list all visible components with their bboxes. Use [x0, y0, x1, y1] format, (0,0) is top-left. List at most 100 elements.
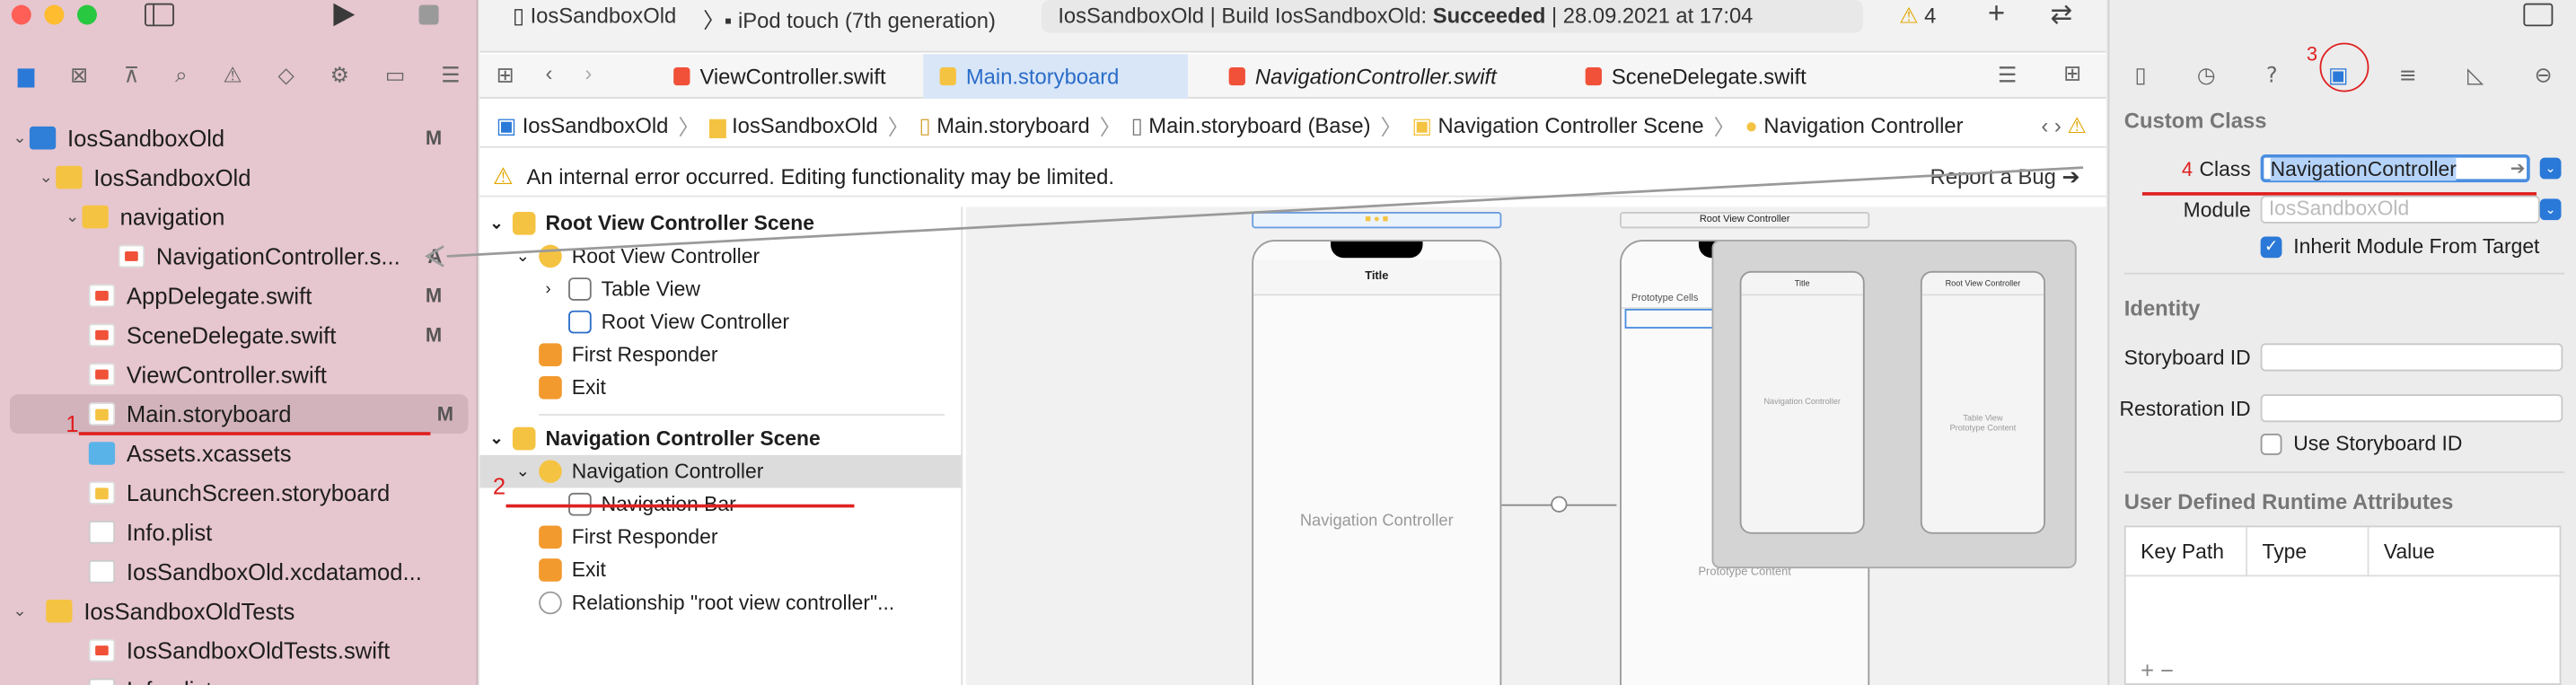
inherit-module-checkbox[interactable]: ✓	[2260, 236, 2282, 259]
breadcrumb-item[interactable]: ▣ IosSandboxOld	[497, 112, 669, 138]
scheme-selector[interactable]: ▯ IosSandboxOld	[513, 4, 676, 30]
scene-header[interactable]: ⌄ Navigation Controller Scene	[479, 422, 961, 455]
test-icon[interactable]: ◇	[278, 63, 295, 87]
go-icon[interactable]: ➔	[2510, 158, 2526, 179]
list-item[interactable]: Info.plist	[0, 671, 478, 685]
outline-item-selected[interactable]: ⌄ Navigation Controller	[479, 454, 962, 488]
annotation-number: 2	[492, 472, 506, 500]
list-item[interactable]: ⌄ IosSandboxOld M	[0, 119, 478, 158]
list-item[interactable]: Assets.xcassets	[0, 434, 478, 473]
nav-arrows[interactable]: ‹ › ⚠	[2041, 112, 2086, 138]
device-selector[interactable]: 〉▪ iPod touch (7th generation)	[703, 4, 996, 35]
chevron-down-icon[interactable]: ⌄	[63, 207, 83, 225]
folder-icon[interactable]: ▆	[18, 63, 34, 87]
scene-dock[interactable]: ■ ● ■	[1252, 212, 1502, 229]
list-item[interactable]: ⌄ IosSandboxOld	[0, 158, 478, 198]
divider	[2123, 471, 2565, 473]
navigation-controller-scene[interactable]: Title Navigation Controller	[1252, 240, 1502, 685]
close-window-button[interactable]	[11, 4, 31, 25]
segue-icon[interactable]	[1551, 496, 1568, 513]
attributes-icon[interactable]: ≡	[2399, 63, 2417, 87]
tab-viewcontroller[interactable]: ViewController.swift	[657, 54, 902, 98]
swap-icon[interactable]: ⇄	[2050, 0, 2072, 31]
back-icon[interactable]: ‹	[545, 61, 552, 85]
debug-icon[interactable]: ⚙	[330, 63, 349, 87]
warning-count[interactable]: ⚠ 4	[1899, 4, 1936, 30]
source-control-icon[interactable]: ⊠	[70, 63, 88, 87]
outline-item[interactable]: Relationship "root view controller"...	[479, 586, 961, 619]
chevron-down-icon[interactable]: ⌄	[10, 129, 30, 147]
tab-scenedelegate[interactable]: SceneDelegate.swift	[1569, 54, 1823, 98]
run-button[interactable]	[333, 3, 356, 27]
list-item[interactable]: IosSandboxOldTests.swift	[0, 631, 478, 671]
chevron-down-icon[interactable]: ⌄	[10, 602, 30, 620]
outline-item[interactable]: › Table View	[479, 273, 961, 306]
list-item[interactable]: ⌄ IosSandboxOldTests	[0, 592, 478, 631]
outline-item[interactable]: Exit	[479, 372, 961, 405]
list-item[interactable]: NavigationController.s... A	[0, 236, 478, 276]
search-icon[interactable]: ⌕	[175, 63, 187, 87]
lines-icon[interactable]: ☰	[1998, 63, 2017, 89]
minimize-window-button[interactable]	[44, 4, 65, 25]
outline-item[interactable]: Exit	[479, 554, 961, 587]
breakpoint-icon[interactable]: ▭	[385, 63, 405, 87]
grid-icon[interactable]: ⊞	[497, 63, 514, 89]
list-item[interactable]: LaunchScreen.storyboard	[0, 473, 478, 513]
storyboard-canvas[interactable]: ■ ● ■ Title Navigation Controller Root V…	[965, 206, 2106, 685]
outline-item[interactable]: Root View Controller	[479, 305, 961, 338]
breadcrumb-item[interactable]: ▯ Main.storyboard	[919, 112, 1090, 138]
storyboard-id-field[interactable]	[2260, 343, 2563, 372]
list-item[interactable]: IosSandboxOld.xcdatamod...	[0, 552, 478, 592]
mini-root-view-controller: Root View Controller Table View Prototyp…	[1920, 270, 2045, 534]
list-item[interactable]: ViewController.swift	[0, 355, 478, 394]
help-icon[interactable]: ?	[2266, 63, 2278, 87]
class-dropdown[interactable]: ⌄	[2539, 157, 2562, 180]
mini-navigation-controller: Title Navigation Controller	[1739, 270, 1865, 534]
column-header[interactable]: Type	[2247, 526, 2369, 576]
column-header[interactable]: Key Path	[2126, 526, 2248, 576]
split-icon[interactable]: ⊞	[2063, 61, 2081, 87]
list-item[interactable]: ⌄ navigation	[0, 198, 478, 237]
chevron-down-icon[interactable]: ⌄	[36, 169, 56, 187]
issue-icon[interactable]: ⚠	[223, 63, 242, 87]
scene-dock[interactable]: Root View Controller	[1620, 212, 1870, 229]
breadcrumb-item[interactable]: ▣ Navigation Controller Scene	[1411, 112, 1703, 138]
breadcrumb-item[interactable]: ▯ Main.storyboard (Base)	[1131, 112, 1371, 138]
report-icon[interactable]: ☰	[441, 63, 460, 87]
outline-item[interactable]: ⌄ Root View Controller	[479, 240, 961, 273]
stop-button[interactable]	[418, 4, 439, 25]
runtime-attributes-table[interactable]: Key Path Type Value + −	[2123, 525, 2562, 685]
scene-header[interactable]: ⌄ Root View Controller Scene	[479, 207, 961, 241]
file-inspector-icon[interactable]: ▯	[2134, 63, 2146, 87]
use-storyboard-id-checkbox[interactable]	[2260, 434, 2282, 455]
hierarchy-icon[interactable]: ⊼	[124, 63, 139, 87]
tab-navigationcontroller[interactable]: NavigationController.swift	[1212, 54, 1513, 98]
module-dropdown[interactable]: ⌄	[2539, 198, 2562, 221]
column-header[interactable]: Value	[2369, 526, 2435, 575]
section-title: Custom Class	[2123, 108, 2267, 134]
breadcrumb-item[interactable]: ● Navigation Controller	[1745, 113, 1963, 137]
class-field[interactable]: NavigationController	[2260, 154, 2530, 183]
add-icon[interactable]: +	[1988, 0, 2005, 31]
outline-item[interactable]: First Responder	[479, 521, 961, 554]
add-row-icon[interactable]: + −	[2141, 657, 2174, 683]
list-item[interactable]: Info.plist	[0, 513, 478, 552]
list-item[interactable]: SceneDelegate.swift M	[0, 315, 478, 355]
outline-item[interactable]: First Responder	[479, 338, 961, 372]
inspector-toggle-icon[interactable]	[2523, 3, 2554, 27]
restoration-id-field[interactable]	[2260, 394, 2563, 423]
connections-icon[interactable]: ⊖	[2535, 63, 2553, 87]
forward-icon[interactable]: ›	[585, 61, 592, 85]
list-item[interactable]: AppDelegate.swift M	[0, 276, 478, 315]
exit-icon	[539, 558, 562, 582]
sidebar-toggle-icon[interactable]	[145, 3, 174, 27]
tab-main-storyboard[interactable]: Main.storyboard	[923, 54, 1188, 99]
history-icon[interactable]: ◷	[2197, 63, 2216, 87]
breadcrumb-item[interactable]: ▆ IosSandboxOld	[709, 112, 878, 138]
storyboard-icon	[88, 402, 116, 426]
drag-preview: Title Navigation Controller Root View Co…	[1711, 240, 2077, 569]
size-icon[interactable]: ◺	[2467, 63, 2484, 87]
report-bug-link[interactable]: Report a Bug ➔	[1930, 163, 2080, 189]
module-field[interactable]: IosSandboxOld	[2260, 195, 2540, 224]
zoom-window-button[interactable]	[76, 4, 97, 25]
